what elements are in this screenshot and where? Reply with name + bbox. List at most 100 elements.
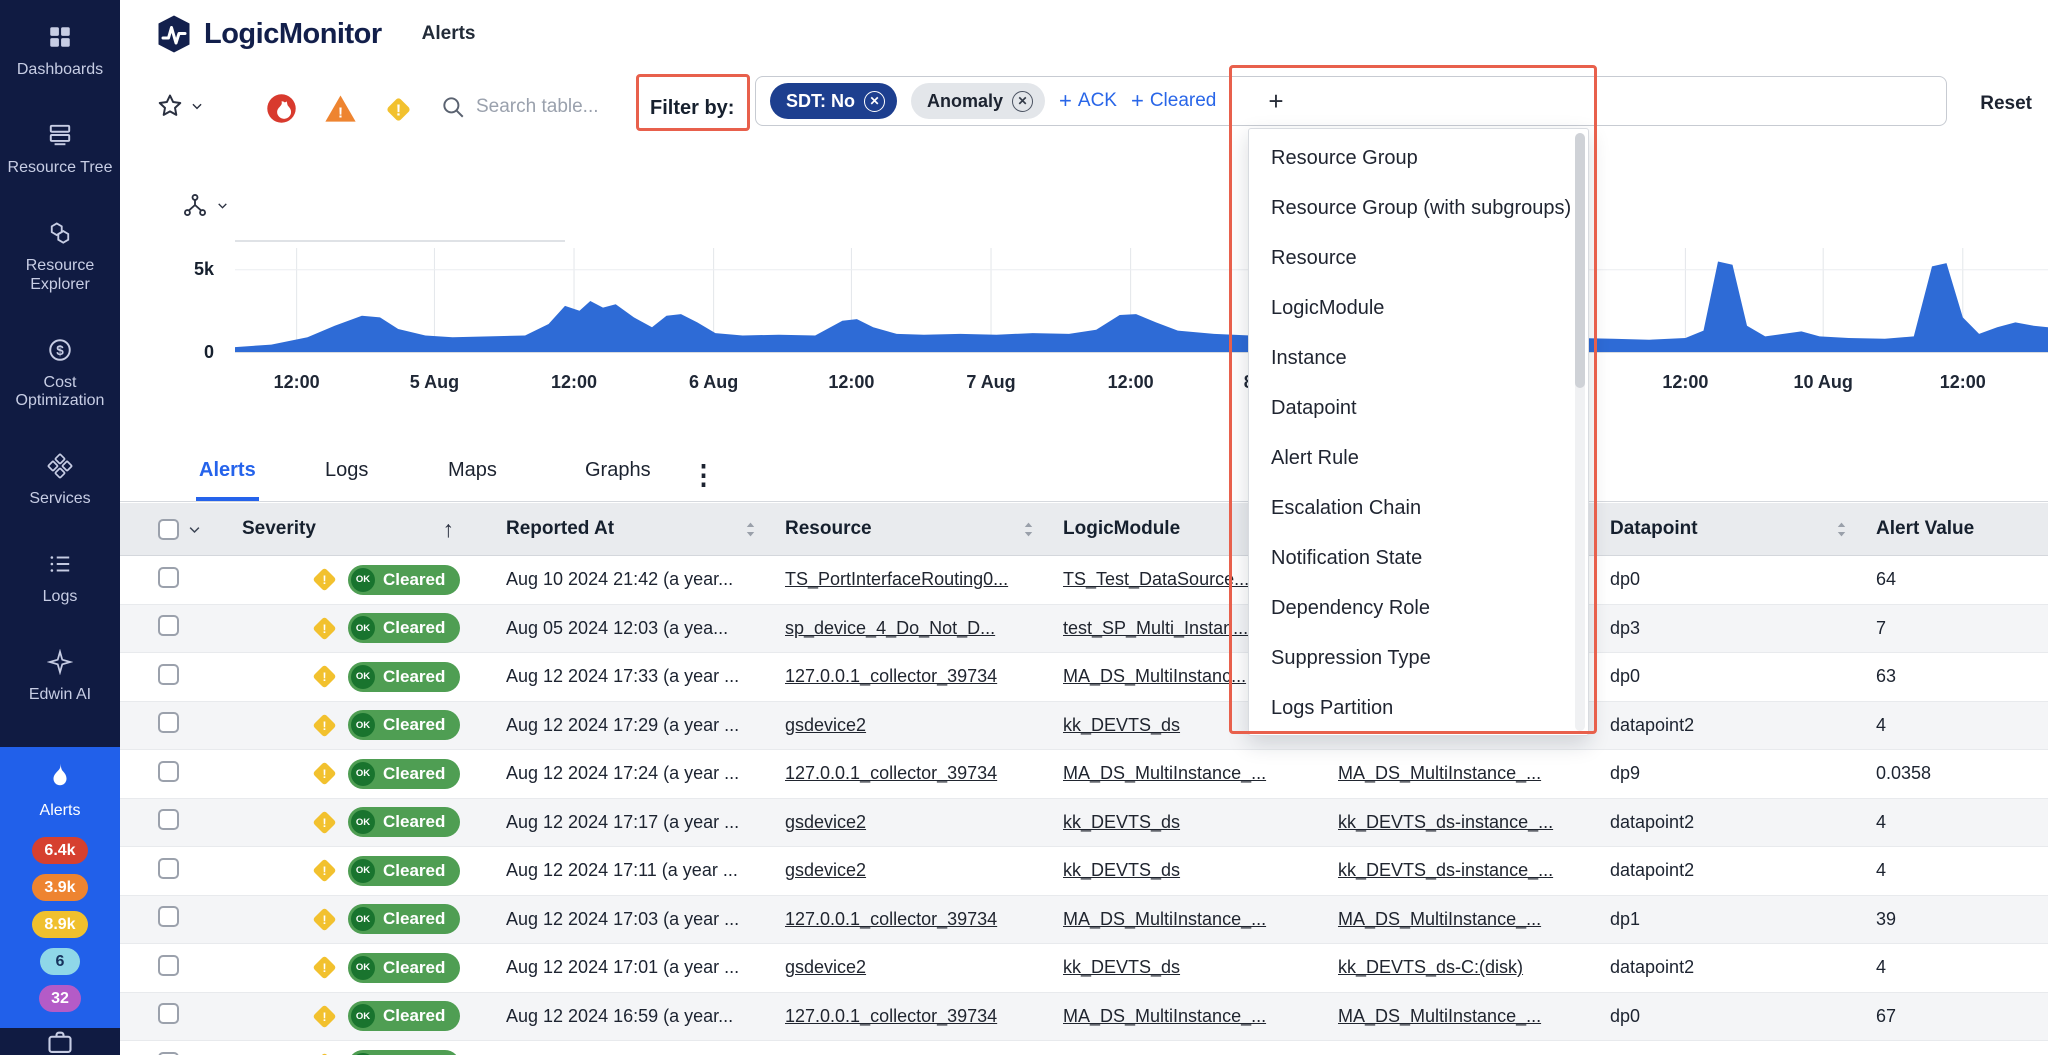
add-filter-button[interactable]: + bbox=[1268, 88, 1283, 114]
row-checkbox[interactable] bbox=[158, 712, 179, 733]
tab-graphs[interactable]: Graphs bbox=[582, 443, 654, 501]
add-cleared-filter-button[interactable]: + Cleared bbox=[1131, 90, 1216, 112]
row-checkbox[interactable] bbox=[158, 906, 179, 927]
search-input[interactable] bbox=[476, 96, 656, 118]
filter-dropdown-item[interactable]: Instance bbox=[1249, 333, 1588, 383]
tab-alerts[interactable]: Alerts bbox=[196, 443, 259, 501]
row-checkbox[interactable] bbox=[158, 664, 179, 685]
critical-severity-filter-icon[interactable] bbox=[266, 93, 297, 129]
logicmodule-link[interactable]: test_SP_Multi_Instan... bbox=[1063, 618, 1248, 638]
instance-link[interactable]: MA_DS_MultiInstance_... bbox=[1338, 763, 1541, 783]
filter-chip-sdt[interactable]: SDT: No ✕ bbox=[770, 83, 897, 119]
sidebar-item-resource-explorer[interactable]: Resource Explorer bbox=[0, 220, 120, 295]
column-header-datapoint[interactable]: Datapoint bbox=[1600, 503, 1866, 555]
remove-chip-icon[interactable]: ✕ bbox=[1012, 91, 1033, 112]
column-header-reported-at[interactable]: Reported At bbox=[496, 503, 775, 555]
column-header-severity[interactable]: Severity ↑ bbox=[232, 503, 496, 555]
instance-link[interactable]: kk_DEVTS_ds-instance_... bbox=[1338, 860, 1553, 880]
filter-dropdown-item[interactable]: Resource bbox=[1249, 233, 1588, 283]
error-severity-filter-icon[interactable]: ! bbox=[324, 93, 357, 129]
filter-chip-anomaly[interactable]: Anomaly ✕ bbox=[911, 83, 1045, 119]
dropdown-scrollbar[interactable] bbox=[1575, 133, 1585, 731]
reset-filters-button[interactable]: Reset bbox=[1980, 93, 2032, 115]
severity-cell: !OKCleared bbox=[232, 662, 496, 692]
saved-views-star-button[interactable] bbox=[156, 92, 204, 120]
sort-icon[interactable] bbox=[1022, 521, 1035, 538]
warning-severity-filter-icon[interactable]: ! bbox=[382, 93, 415, 131]
row-checkbox[interactable] bbox=[158, 1003, 179, 1024]
more-tabs-menu-icon[interactable]: ⋮ bbox=[690, 460, 717, 491]
tab-logs[interactable]: Logs bbox=[322, 443, 371, 501]
filter-dropdown-item[interactable]: Resource Group (with subgroups) bbox=[1249, 183, 1588, 233]
alert-value-cell: 7 bbox=[1866, 618, 2048, 639]
logicmodule-link[interactable]: MA_DS_MultiInstanc... bbox=[1063, 666, 1246, 686]
row-checkbox[interactable] bbox=[158, 761, 179, 782]
filter-dropdown-item[interactable]: Notification State bbox=[1249, 533, 1588, 583]
row-checkbox[interactable] bbox=[158, 615, 179, 636]
resource-link[interactable]: 127.0.0.1_collector_39734 bbox=[785, 909, 997, 929]
sort-icon[interactable] bbox=[744, 521, 757, 538]
sidebar-item-cost-optimization[interactable]: $ Cost Optimization bbox=[0, 337, 120, 412]
alert-count-badge[interactable]: 3.9k bbox=[32, 874, 87, 901]
alert-count-badge[interactable]: 32 bbox=[39, 985, 81, 1012]
sidebar-item-dashboards[interactable]: Dashboards bbox=[0, 24, 120, 80]
filter-dropdown-item[interactable]: Suppression Type bbox=[1249, 633, 1588, 683]
row-checkbox[interactable] bbox=[158, 955, 179, 976]
sort-icon[interactable] bbox=[1835, 521, 1848, 538]
column-label: Reported At bbox=[506, 518, 614, 540]
logicmonitor-logo[interactable]: LogicMonitor bbox=[154, 14, 382, 54]
logicmodule-link[interactable]: MA_DS_MultiInstance_... bbox=[1063, 1006, 1266, 1026]
row-checkbox[interactable] bbox=[158, 809, 179, 830]
resource-link[interactable]: sp_device_4_Do_Not_D... bbox=[785, 618, 995, 638]
row-checkbox[interactable] bbox=[158, 567, 179, 588]
resource-link[interactable]: 127.0.0.1_collector_39734 bbox=[785, 666, 997, 686]
resource-link[interactable]: gsdevice2 bbox=[785, 715, 866, 735]
instance-link[interactable]: kk_DEVTS_ds-C:(disk) bbox=[1338, 957, 1523, 977]
logicmodule-link[interactable]: kk_DEVTS_ds bbox=[1063, 812, 1180, 832]
logicmodule-link[interactable]: MA_DS_MultiInstance_... bbox=[1063, 909, 1266, 929]
filter-dropdown-item[interactable]: LogicModule bbox=[1249, 283, 1588, 333]
filter-dropdown-item[interactable]: Escalation Chain bbox=[1249, 483, 1588, 533]
column-header-alert-value[interactable]: Alert Value bbox=[1866, 503, 2048, 555]
resource-link[interactable]: TS_PortInterfaceRouting0... bbox=[785, 569, 1008, 589]
filter-dropdown-item[interactable]: Alert Rule bbox=[1249, 433, 1588, 483]
logicmodule-link[interactable]: TS_Test_DataSource... bbox=[1063, 569, 1249, 589]
instance-link[interactable]: MA_DS_MultiInstance_... bbox=[1338, 909, 1541, 929]
sidebar-item-alerts[interactable]: Alerts 6.4k3.9k8.9k632 bbox=[0, 747, 120, 1028]
chart-grouping-button[interactable] bbox=[182, 192, 229, 218]
resource-link[interactable]: gsdevice2 bbox=[785, 957, 866, 977]
filter-dropdown-item[interactable]: Resource Group bbox=[1249, 133, 1588, 183]
status-label: Cleared bbox=[383, 570, 445, 590]
row-checkbox[interactable] bbox=[158, 858, 179, 879]
instance-link[interactable]: kk_DEVTS_ds-instance_... bbox=[1338, 812, 1553, 832]
filter-dropdown-item[interactable]: Datapoint bbox=[1249, 383, 1588, 433]
row-select-cell bbox=[120, 906, 232, 932]
add-ack-filter-button[interactable]: + ACK bbox=[1059, 90, 1117, 112]
sort-ascending-icon[interactable]: ↑ bbox=[443, 516, 455, 543]
logicmodule-link[interactable]: kk_DEVTS_ds bbox=[1063, 715, 1180, 735]
sidebar-item-services[interactable]: Services bbox=[0, 453, 120, 509]
resource-link[interactable]: 127.0.0.1_collector_39734 bbox=[785, 763, 997, 783]
instance-link[interactable]: MA_DS_MultiInstance_... bbox=[1338, 1006, 1541, 1026]
logicmodule-link[interactable]: kk_DEVTS_ds bbox=[1063, 860, 1180, 880]
resource-link[interactable]: gsdevice2 bbox=[785, 812, 866, 832]
sidebar-item-logs[interactable]: Logs bbox=[0, 551, 120, 607]
alert-count-badge[interactable]: 6.4k bbox=[32, 837, 87, 864]
resource-link[interactable]: 127.0.0.1_collector_39734 bbox=[785, 1006, 997, 1026]
filter-dropdown-item[interactable]: Logs Partition bbox=[1249, 683, 1588, 733]
sidebar-item-edwin-ai[interactable]: Edwin AI bbox=[0, 649, 120, 705]
logicmodule-link[interactable]: MA_DS_MultiInstance_... bbox=[1063, 763, 1266, 783]
select-all-checkbox[interactable] bbox=[158, 519, 179, 540]
alert-count-badge[interactable]: 8.9k bbox=[32, 911, 87, 938]
filter-dropdown-item[interactable]: Dependency Role bbox=[1249, 583, 1588, 633]
alert-count-badge[interactable]: 6 bbox=[40, 948, 80, 975]
sidebar-item-reports[interactable] bbox=[0, 1028, 120, 1055]
remove-chip-icon[interactable]: ✕ bbox=[864, 91, 885, 112]
sidebar-item-resource-tree[interactable]: Resource Tree bbox=[0, 122, 120, 178]
tab-maps[interactable]: Maps bbox=[445, 443, 500, 501]
resource-link[interactable]: gsdevice2 bbox=[785, 860, 866, 880]
scrollbar-thumb[interactable] bbox=[1575, 133, 1585, 388]
column-header-resource[interactable]: Resource bbox=[775, 503, 1053, 555]
logicmodule-link[interactable]: kk_DEVTS_ds bbox=[1063, 957, 1180, 977]
select-menu-chevron-icon[interactable] bbox=[187, 522, 202, 537]
